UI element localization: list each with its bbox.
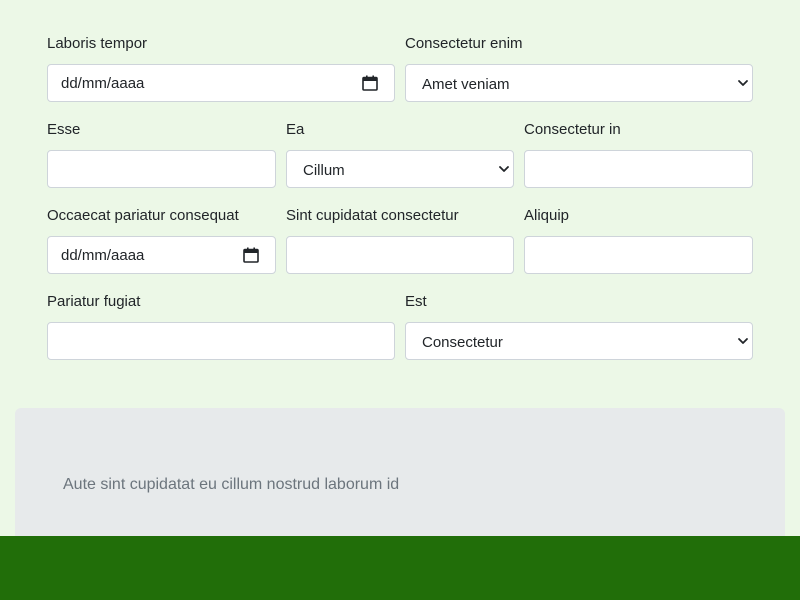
- est-label: Est: [405, 293, 427, 310]
- chevron-down-icon: [499, 166, 509, 172]
- chevron-down-icon: [738, 338, 748, 344]
- occaecat-label: Occaecat pariatur consequat: [47, 207, 239, 224]
- esse-input[interactable]: [47, 150, 276, 188]
- est-select[interactable]: Consectetur: [405, 322, 753, 360]
- esse-label: Esse: [47, 121, 81, 138]
- footer: [0, 536, 800, 600]
- sint-label: Sint cupidatat consectetur: [286, 207, 459, 224]
- ea-label: Ea: [286, 121, 305, 138]
- ea-select[interactable]: Cillum: [286, 150, 514, 188]
- laboris-tempor-label: Laboris tempor: [47, 35, 148, 52]
- occaecat-value: dd/mm/aaaa: [61, 247, 145, 264]
- laboris-tempor-value: dd/mm/aaaa: [61, 75, 145, 92]
- panel-text: Aute sint cupidatat eu cillum nostrud la…: [63, 476, 400, 493]
- ea-value: Cillum: [303, 162, 345, 179]
- chevron-down-icon: [738, 80, 748, 86]
- pariatur-fugiat-input[interactable]: [47, 322, 395, 360]
- aliquip-input[interactable]: [524, 236, 753, 274]
- pariatur-fugiat-label: Pariatur fugiat: [47, 293, 141, 310]
- calendar-icon[interactable]: [243, 247, 259, 263]
- consectetur-in-label: Consectetur in: [524, 121, 621, 138]
- laboris-tempor-date-input[interactable]: dd/mm/aaaa: [47, 64, 395, 102]
- info-panel: Aute sint cupidatat eu cillum nostrud la…: [15, 408, 785, 548]
- consectetur-enim-value: Amet veniam: [422, 76, 510, 93]
- occaecat-date-input[interactable]: dd/mm/aaaa: [47, 236, 276, 274]
- est-value: Consectetur: [422, 334, 503, 351]
- sint-input[interactable]: [286, 236, 514, 274]
- calendar-icon[interactable]: [362, 75, 378, 91]
- consectetur-enim-label: Consectetur enim: [405, 35, 523, 52]
- aliquip-label: Aliquip: [524, 207, 570, 224]
- consectetur-enim-select[interactable]: Amet veniam: [405, 64, 753, 102]
- consectetur-in-input[interactable]: [524, 150, 753, 188]
